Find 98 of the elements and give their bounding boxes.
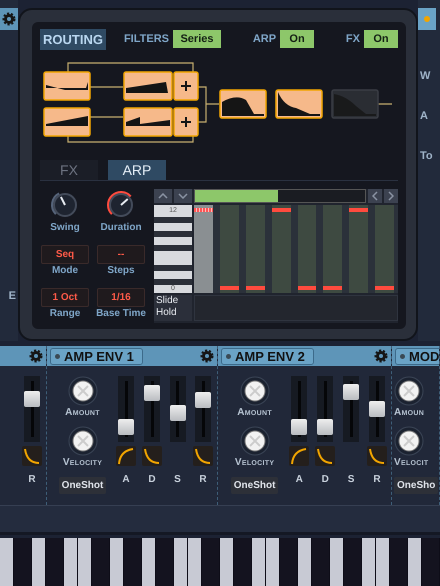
- side-label: To: [419, 150, 434, 162]
- slider-track[interactable]: [369, 376, 385, 442]
- slider-track[interactable]: [317, 376, 334, 442]
- envelope-curve-icon[interactable]: [193, 446, 213, 466]
- module-title: AMP ENV 1: [50, 348, 143, 365]
- slider-track[interactable]: [291, 376, 308, 442]
- slider-label: D: [322, 474, 329, 486]
- slider-thumb[interactable]: [24, 391, 40, 408]
- side-label: E: [8, 290, 17, 302]
- chevron-down-icon: [178, 193, 188, 199]
- chevron-right-icon: [388, 191, 394, 201]
- knob-label: Amount: [237, 407, 272, 418]
- sequencer-step[interactable]: [298, 205, 316, 293]
- value-field[interactable]: 1 Oct: [41, 288, 89, 308]
- sequencer-step[interactable]: [375, 205, 394, 293]
- position-bar[interactable]: [194, 189, 366, 203]
- slider-track[interactable]: [195, 376, 211, 442]
- sequencer-step[interactable]: [272, 205, 290, 293]
- envelope-curve-icon[interactable]: [289, 446, 310, 466]
- knob-label: Swing: [50, 222, 80, 233]
- side-label: W: [419, 70, 432, 82]
- slider-label: S: [174, 474, 181, 486]
- field-label: Base Time: [96, 308, 146, 320]
- module-title: MOD: [395, 348, 439, 365]
- slider-label: D: [148, 474, 156, 486]
- value-field[interactable]: Seq: [41, 245, 89, 264]
- slider-label: S: [348, 474, 354, 486]
- slider-track[interactable]: [24, 376, 40, 442]
- previous-button[interactable]: [368, 189, 382, 203]
- slider-thumb[interactable]: [291, 418, 308, 435]
- slider-track[interactable]: [343, 376, 360, 442]
- row-label: Hold: [155, 307, 178, 319]
- slider-thumb[interactable]: [343, 384, 360, 400]
- sequencer-step[interactable]: [349, 205, 368, 293]
- envelope-curve-icon[interactable]: [142, 446, 162, 466]
- chevron-up-icon: [158, 193, 168, 199]
- slider-track[interactable]: [118, 376, 134, 442]
- oneshot-button[interactable]: OneShot: [58, 477, 106, 494]
- slider-thumb[interactable]: [144, 385, 160, 402]
- oneshot-button[interactable]: OneSho: [394, 477, 438, 494]
- chevron-left-icon: [372, 191, 378, 201]
- slider-thumb[interactable]: [170, 405, 186, 422]
- slider-label: A: [296, 474, 303, 486]
- settings-icon[interactable]: [374, 349, 388, 364]
- piano-keyboard[interactable]: [0, 538, 440, 586]
- value-field[interactable]: 1/16: [97, 288, 145, 308]
- tab[interactable]: ARP: [108, 160, 166, 180]
- module-title: AMP ENV 2: [221, 348, 314, 365]
- envelope-curve-icon[interactable]: [22, 446, 42, 466]
- row-label: Slide: [155, 295, 180, 307]
- slider-track[interactable]: [170, 376, 186, 442]
- down-button[interactable]: [174, 189, 192, 203]
- slider-label: R: [373, 474, 381, 486]
- up-button[interactable]: [154, 189, 172, 203]
- value-field[interactable]: --: [97, 245, 145, 264]
- knob-label: Velocit: [394, 457, 428, 468]
- side-label: A: [419, 110, 429, 122]
- knob-label: Amoun: [394, 407, 424, 418]
- toggle-label: FILTERS: [124, 33, 169, 45]
- toggle-button[interactable]: Series: [172, 30, 221, 48]
- toggle-label: ARP: [252, 33, 276, 45]
- slider-label: A: [122, 474, 130, 486]
- slider-track[interactable]: [144, 376, 160, 442]
- knob-label: Amount: [65, 407, 100, 418]
- oneshot-button[interactable]: OneShot: [230, 477, 278, 494]
- slider-thumb[interactable]: [195, 392, 211, 408]
- settings-icon[interactable]: [200, 349, 214, 364]
- toggle-button[interactable]: On: [280, 30, 314, 48]
- slider-label: R: [28, 474, 36, 486]
- amount-knob[interactable]: [68, 376, 98, 406]
- routing-title: ROUTING: [40, 28, 106, 50]
- slider-thumb[interactable]: [369, 401, 385, 418]
- velocity-knob[interactable]: [394, 426, 424, 456]
- field-label: Steps: [107, 265, 135, 276]
- field-label: Mode: [52, 265, 78, 276]
- envelope-curve-icon[interactable]: [116, 446, 136, 466]
- next-button[interactable]: [384, 189, 398, 203]
- knob-label: Duration: [100, 222, 142, 233]
- knob-label: Velocity: [62, 457, 102, 468]
- settings-icon[interactable]: [2, 12, 16, 26]
- light-icon: [423, 15, 431, 23]
- slider-thumb[interactable]: [118, 418, 134, 435]
- field-label: Range: [50, 308, 80, 320]
- amount-knob[interactable]: [394, 376, 424, 406]
- velocity-knob[interactable]: [68, 426, 98, 456]
- slider-thumb[interactable]: [317, 418, 334, 435]
- amount-knob[interactable]: [240, 376, 270, 406]
- knob-label: Velocity: [234, 457, 274, 468]
- envelope-curve-icon[interactable]: [315, 446, 336, 466]
- sequencer-step[interactable]: [323, 205, 342, 293]
- toggle-button[interactable]: On: [364, 30, 398, 48]
- sequencer-step[interactable]: [220, 205, 239, 293]
- toggle-label: FX: [346, 33, 360, 45]
- velocity-knob[interactable]: [240, 426, 270, 456]
- settings-icon[interactable]: [29, 349, 43, 364]
- sequencer-step[interactable]: [246, 205, 265, 293]
- envelope-curve-icon[interactable]: [367, 446, 387, 466]
- slider-label: R: [199, 474, 207, 486]
